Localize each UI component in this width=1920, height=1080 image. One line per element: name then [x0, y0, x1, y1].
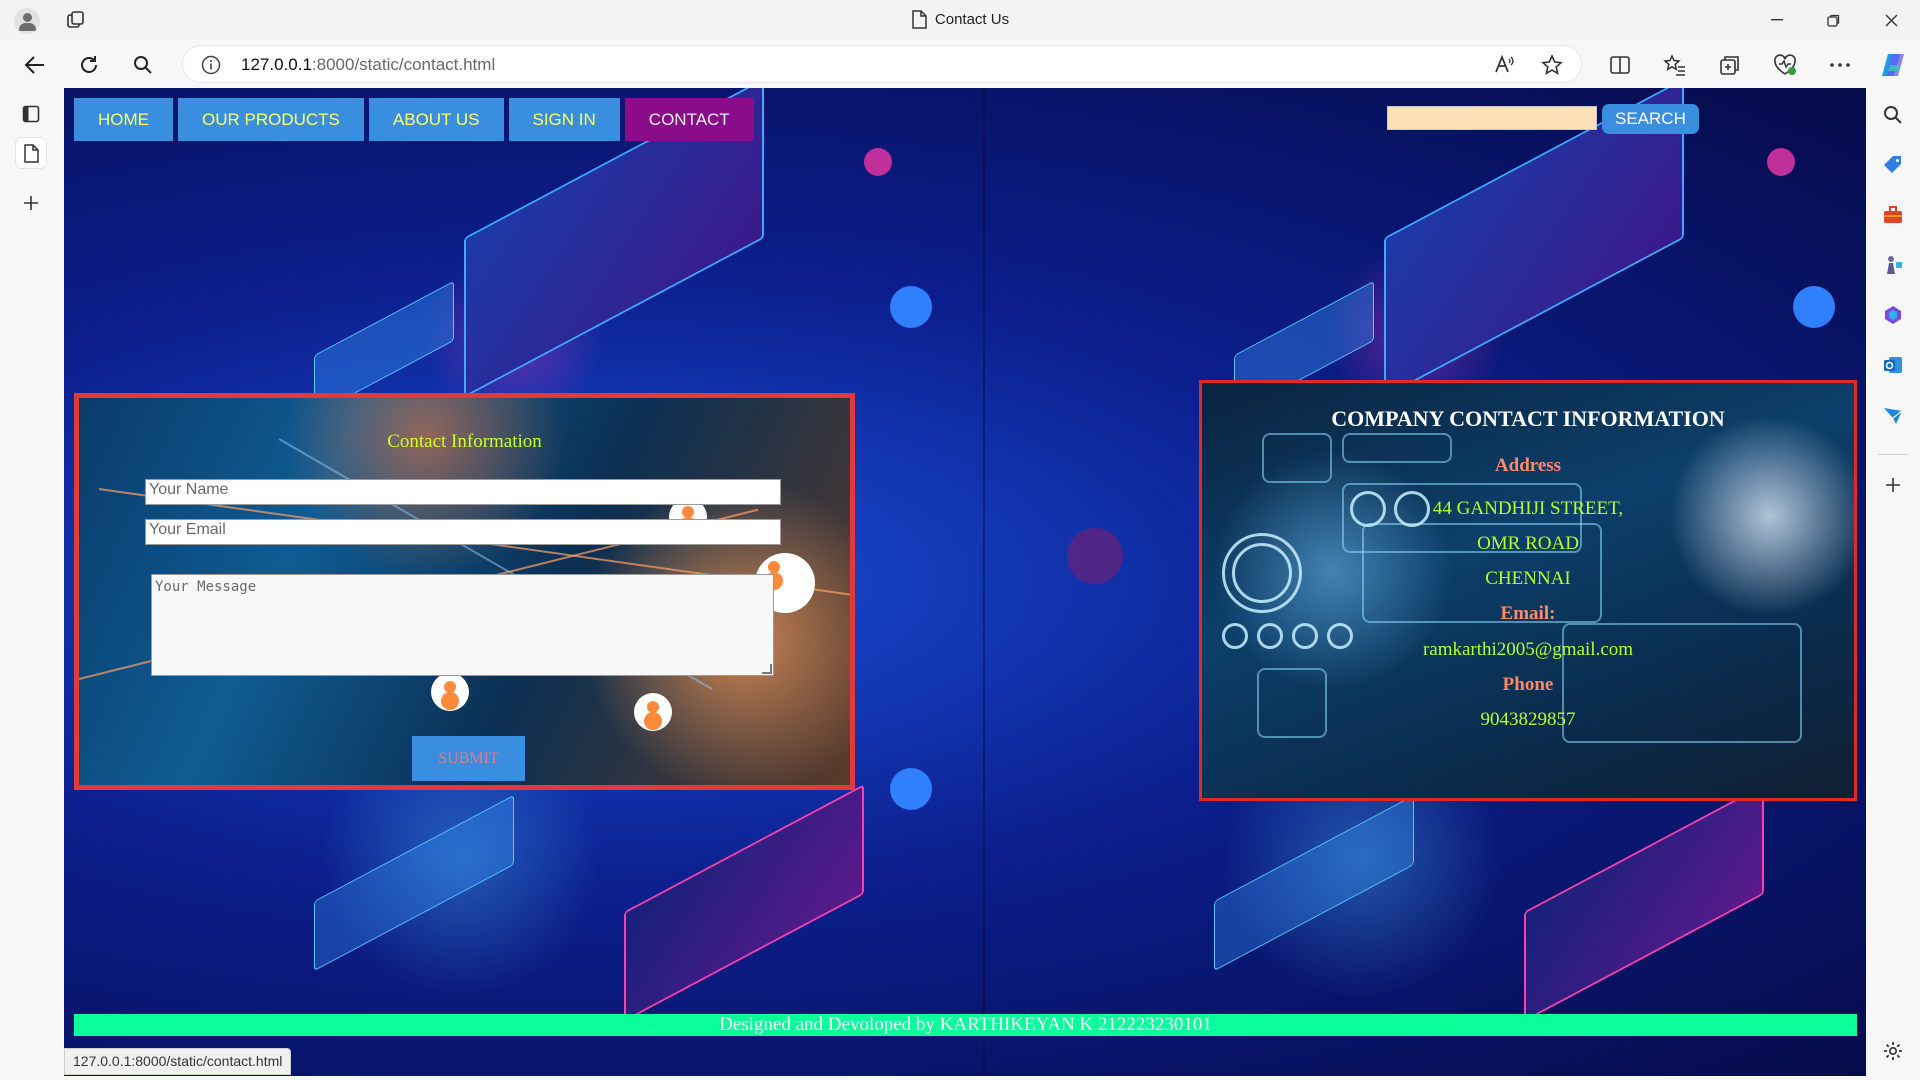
edge-sidebar [1866, 88, 1920, 1080]
favorites-icon[interactable] [1660, 50, 1690, 80]
url-path: :8000/static/contact.html [311, 55, 496, 74]
more-icon[interactable] [1825, 50, 1855, 80]
nav-home[interactable]: HOME [74, 98, 173, 141]
browser-essentials-icon[interactable] [1770, 50, 1800, 80]
collections-icon[interactable] [1715, 50, 1745, 80]
new-tab-icon[interactable] [16, 188, 46, 218]
network-node [431, 673, 469, 711]
submit-button[interactable]: SUBMIT [412, 736, 525, 781]
background-seam [983, 88, 985, 1076]
company-info-panel: COMPANY CONTACT INFORMATION Address 44 G… [1199, 380, 1857, 801]
background-laptop [1384, 88, 1684, 398]
settings-icon[interactable] [1878, 1036, 1908, 1066]
document-icon [912, 10, 927, 29]
shopping-icon[interactable] [1878, 150, 1908, 180]
contact-form-panel: Contact Information Your Name Your Email… [74, 393, 855, 790]
email-field[interactable]: Your Email [145, 519, 781, 545]
background-decoration [1767, 148, 1795, 176]
browser-toolbar: 127.0.0.1:8000/static/contact.html [0, 40, 1920, 88]
nav-our-products[interactable]: OUR PRODUCTS [178, 98, 364, 141]
sidebar-divider [1878, 454, 1908, 455]
page-tab-icon[interactable] [16, 138, 46, 168]
network-node [634, 693, 672, 731]
games-icon[interactable] [1878, 250, 1908, 280]
email-label: Email: [1500, 603, 1556, 624]
address-line-2: OMR ROAD [1477, 533, 1579, 554]
info-icon[interactable] [201, 55, 221, 80]
nav-about-us[interactable]: ABOUT US [368, 98, 504, 141]
company-info-title: COMPANY CONTACT INFORMATION [1331, 406, 1725, 431]
url-host: 127.0.0.1 [241, 55, 312, 74]
page-viewport: HOME OUR PRODUCTS ABOUT US SIGN IN CONTA… [64, 88, 1866, 1076]
background-panel [1214, 794, 1414, 972]
phone-label: Phone [1502, 674, 1554, 695]
background-panel [624, 784, 864, 1022]
background-decoration [890, 768, 932, 810]
name-field[interactable]: Your Name [145, 479, 781, 505]
restore-icon[interactable] [1810, 6, 1856, 34]
background-decoration [890, 286, 932, 328]
vertical-tab-strip [0, 88, 64, 1080]
favorite-star-icon[interactable] [1541, 54, 1563, 76]
background-panel [1524, 784, 1764, 1022]
window-title: Contact Us [0, 10, 1920, 33]
page-footer: Designed and Devoloped by KARTHIKEYAN K … [74, 1014, 1857, 1036]
outlook-icon[interactable] [1878, 350, 1908, 380]
background-decoration [1067, 528, 1123, 584]
add-icon[interactable] [1878, 470, 1908, 500]
background-decoration [1793, 286, 1835, 328]
microsoft-365-icon[interactable] [1878, 300, 1908, 330]
tab-title: Contact Us [934, 11, 1010, 28]
minimize-icon[interactable] [1754, 6, 1800, 34]
address-label: Address [1494, 455, 1562, 476]
search-button[interactable]: SEARCH [1602, 104, 1699, 134]
back-icon[interactable] [18, 48, 52, 82]
address-line-1: 44 GANDHIJI STREET, [1432, 498, 1624, 519]
email-value: ramkarthi2005@gmail.com [1422, 639, 1634, 660]
sidebar-search-icon[interactable] [1878, 100, 1908, 130]
nav-contact[interactable]: CONTACT [624, 98, 754, 141]
nav-sign-in[interactable]: SIGN IN [508, 98, 620, 141]
background-decoration [864, 148, 892, 176]
address-line-3: CHENNAI [1485, 568, 1571, 589]
title-bar: Contact Us [0, 0, 1920, 40]
tools-icon[interactable] [1878, 200, 1908, 230]
split-screen-icon[interactable] [1605, 50, 1635, 80]
form-title: Contact Information [387, 431, 542, 452]
message-field[interactable]: Your Message [151, 574, 774, 676]
search-icon[interactable] [126, 48, 160, 82]
tab-actions-icon[interactable] [16, 99, 46, 129]
copilot-icon[interactable] [1878, 50, 1908, 80]
phone-value: 9043829857 [1480, 709, 1576, 730]
drop-icon[interactable] [1878, 400, 1908, 430]
address-bar[interactable]: 127.0.0.1:8000/static/contact.html [182, 45, 1582, 83]
read-aloud-icon[interactable] [1493, 54, 1515, 76]
background-panel [314, 794, 514, 972]
url-text[interactable]: 127.0.0.1:8000/static/contact.html [241, 55, 495, 75]
main-nav: HOME OUR PRODUCTS ABOUT US SIGN IN CONTA… [74, 98, 754, 141]
refresh-icon[interactable] [72, 48, 106, 82]
search-input[interactable] [1387, 106, 1597, 130]
status-bar-url: 127.0.0.1:8000/static/contact.html [64, 1048, 292, 1075]
close-icon[interactable] [1868, 6, 1914, 34]
